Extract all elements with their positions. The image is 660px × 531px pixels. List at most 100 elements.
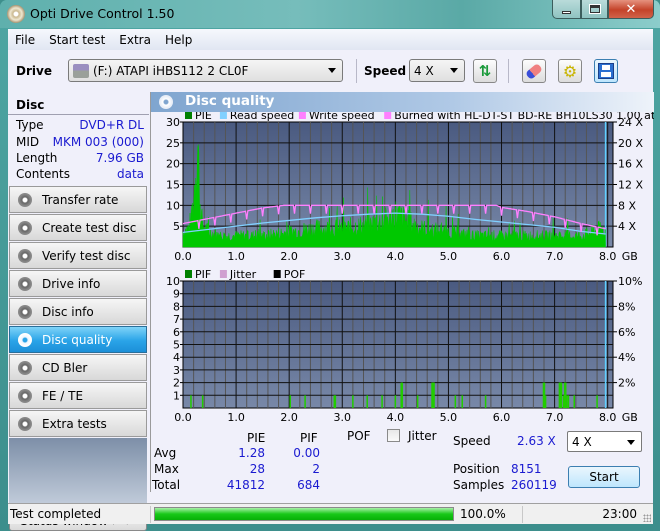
extra-tests-icon bbox=[18, 416, 32, 431]
nav-disc-info[interactable]: Disc info bbox=[9, 298, 147, 325]
x-tick-label: 8.0 bbox=[599, 250, 617, 263]
max-pif: 2 bbox=[312, 462, 320, 476]
nav-label: Disc quality bbox=[42, 332, 113, 347]
maximize-button[interactable] bbox=[581, 0, 608, 19]
position-value: 8151 bbox=[511, 462, 542, 476]
menu-bar: File Start test Extra Help bbox=[8, 29, 653, 50]
nav-fe-te[interactable]: FE / TE bbox=[9, 382, 147, 409]
close-icon: ✕ bbox=[625, 1, 637, 17]
close-button[interactable]: ✕ bbox=[608, 0, 654, 19]
nav-transfer-rate[interactable]: Transfer rate bbox=[9, 186, 147, 213]
erase-button[interactable] bbox=[522, 59, 546, 83]
legend-swatch bbox=[185, 270, 192, 278]
x-tick-label: 5.0 bbox=[440, 250, 458, 263]
nav-verify-test-disc[interactable]: Verify test disc bbox=[9, 242, 147, 269]
nav-create-test-disc[interactable]: Create test disc bbox=[9, 214, 147, 241]
speed-select[interactable]: 4 X bbox=[409, 59, 465, 82]
refresh-button[interactable]: ⇅ bbox=[473, 59, 497, 83]
samples-label: Samples bbox=[453, 478, 505, 492]
avg-label: Avg bbox=[154, 446, 177, 460]
create-disc-icon bbox=[18, 220, 32, 235]
x-tick-label: 6.0 bbox=[493, 411, 511, 424]
save-button[interactable] bbox=[594, 59, 618, 83]
x-unit-label: GB bbox=[622, 411, 638, 424]
nav-cd-bler[interactable]: CD Bler bbox=[9, 354, 147, 381]
cd-bler-icon bbox=[18, 360, 32, 375]
legend-label: Jitter bbox=[229, 268, 257, 281]
y2-tick-label: 6% bbox=[618, 326, 635, 339]
start-button[interactable]: Start bbox=[568, 466, 640, 488]
y2-tick-label: 20 X bbox=[618, 137, 643, 150]
x-tick-label: 8.0 bbox=[599, 411, 617, 424]
nav-label: Disc info bbox=[42, 304, 94, 319]
nav-label: Create test disc bbox=[42, 220, 137, 235]
legend-swatch bbox=[273, 270, 281, 278]
maximize-icon bbox=[588, 4, 601, 14]
verify-disc-icon bbox=[18, 248, 32, 263]
chevron-down-icon bbox=[450, 68, 458, 73]
max-pie: 28 bbox=[249, 462, 265, 476]
y2-tick-label: 8 X bbox=[618, 199, 636, 212]
pif-bar bbox=[416, 395, 419, 408]
drive-select[interactable]: (F:) ATAPI iHBS112 2 CL0F bbox=[68, 59, 343, 82]
nav-extra-tests[interactable]: Extra tests bbox=[9, 410, 147, 437]
drive-icon bbox=[73, 63, 89, 78]
menu-help[interactable]: Help bbox=[158, 33, 199, 47]
menu-file[interactable]: File bbox=[8, 33, 42, 47]
title-bar: Opti Drive Control 1.50 ✕ bbox=[0, 0, 660, 28]
settings-button[interactable]: ⚙ bbox=[558, 59, 582, 83]
disc-contents-row: Contents data bbox=[16, 167, 144, 183]
pif-bar bbox=[573, 395, 575, 408]
y-tick-label: 30 bbox=[166, 116, 180, 129]
gears-icon: ⚙ bbox=[562, 61, 578, 81]
disc-type-label: Type bbox=[16, 118, 44, 132]
nav-drive-info[interactable]: Drive info bbox=[9, 270, 147, 297]
y-tick-label: 5 bbox=[173, 339, 180, 352]
minimize-button[interactable] bbox=[552, 0, 581, 19]
y2-tick-label: 10% bbox=[618, 275, 642, 288]
elapsed-time: 23:00 bbox=[602, 507, 637, 521]
app-window: Opti Drive Control 1.50 ✕ File Start tes… bbox=[0, 0, 660, 531]
progress-percent: 100.0% bbox=[460, 507, 506, 521]
y2-tick-label: 2% bbox=[618, 377, 635, 390]
x-tick-label: 1.0 bbox=[227, 411, 245, 424]
nav-label: Drive info bbox=[42, 276, 101, 291]
x-tick-label: 0.0 bbox=[174, 411, 192, 424]
resize-grip[interactable] bbox=[643, 514, 651, 522]
y-tick-label: 7 bbox=[173, 313, 180, 326]
menu-extra[interactable]: Extra bbox=[112, 33, 158, 47]
sidebar: Disc Type DVD+R DL MID MKM 003 (000) Lengt… bbox=[8, 92, 149, 531]
transfer-rate-icon bbox=[18, 192, 32, 207]
y-tick-label: 5 bbox=[173, 220, 180, 233]
x-tick-label: 4.0 bbox=[387, 250, 405, 263]
legend-label: Read speed bbox=[230, 112, 294, 122]
disc-info-icon bbox=[18, 304, 32, 319]
progress-fill bbox=[155, 508, 453, 520]
test-speed-select[interactable]: 4 X bbox=[567, 431, 642, 452]
toolbar: Drive (F:) ATAPI iHBS112 2 CL0F Speed 4 … bbox=[8, 51, 653, 91]
panel-title: Disc quality bbox=[185, 93, 275, 109]
nav-label: FE / TE bbox=[42, 388, 84, 403]
max-label: Max bbox=[154, 462, 179, 476]
x-tick-label: 5.0 bbox=[440, 411, 458, 424]
pif-bar bbox=[544, 395, 547, 408]
nav-disc-quality[interactable]: Disc quality bbox=[9, 326, 147, 353]
progress-bar bbox=[154, 507, 454, 521]
speed-stat-value: 2.63 X bbox=[517, 434, 556, 448]
jitter-checkbox[interactable] bbox=[387, 429, 400, 442]
legend-label: Burned with HL-DT-ST BD-RE BH10LS30 1.00… bbox=[394, 112, 654, 122]
pif-bar bbox=[201, 395, 204, 408]
disc-mid-row: MID MKM 003 (000) bbox=[16, 135, 144, 151]
total-pif: 684 bbox=[297, 478, 320, 492]
legend-swatch bbox=[384, 112, 392, 119]
pif-bar bbox=[559, 382, 563, 408]
legend-label: PIF bbox=[195, 268, 211, 281]
disc-section-header: Disc bbox=[8, 95, 149, 115]
nav-label: Transfer rate bbox=[42, 192, 119, 207]
pif-bar bbox=[596, 395, 598, 408]
speed-stat-label: Speed bbox=[453, 434, 491, 448]
speed-select-value: 4 X bbox=[414, 63, 434, 78]
y2-tick-label: 4 X bbox=[618, 220, 636, 233]
menu-start-test[interactable]: Start test bbox=[42, 33, 112, 47]
drive-label: Drive bbox=[16, 64, 52, 78]
